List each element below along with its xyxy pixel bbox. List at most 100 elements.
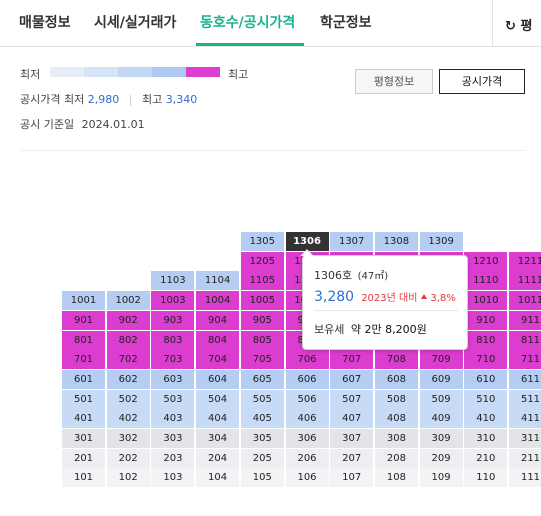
unit-cell-402[interactable]: 402	[106, 409, 150, 429]
unit-cell-605[interactable]: 605	[240, 369, 284, 389]
unit-cell-702[interactable]: 702	[106, 350, 150, 370]
unit-cell-1205[interactable]: 1205	[240, 251, 284, 271]
unit-cell-301[interactable]: 301	[62, 429, 105, 448]
unit-cell-408[interactable]: 408	[374, 409, 418, 429]
unit-cell-904[interactable]: 904	[196, 310, 240, 330]
unit-cell-409[interactable]: 409	[419, 409, 463, 429]
unit-cell-804[interactable]: 804	[196, 330, 240, 350]
unit-cell-1002[interactable]: 1002	[106, 291, 150, 311]
unit-cell-911[interactable]: 911	[509, 310, 541, 330]
unit-cell-1210[interactable]: 1210	[464, 251, 508, 271]
unit-cell-507[interactable]: 507	[330, 389, 374, 409]
unit-cell-704[interactable]: 704	[196, 350, 240, 370]
unit-cell-609[interactable]: 609	[419, 369, 463, 389]
unit-cell-606[interactable]: 606	[285, 369, 329, 389]
unit-cell-104[interactable]: 104	[196, 468, 240, 488]
unit-cell-611[interactable]: 611	[509, 369, 541, 389]
unit-cell-1308[interactable]: 1308	[374, 232, 418, 251]
unit-cell-710[interactable]: 710	[464, 350, 508, 370]
unit-cell-107[interactable]: 107	[330, 468, 374, 488]
unit-cell-207[interactable]: 207	[330, 448, 374, 468]
unit-cell-106[interactable]: 106	[285, 468, 329, 488]
unit-cell-1010[interactable]: 1010	[464, 291, 508, 311]
unit-cell-802[interactable]: 802	[106, 330, 150, 350]
unit-cell-211[interactable]: 211	[509, 448, 541, 468]
unit-cell-811[interactable]: 811	[509, 330, 541, 350]
unit-cell-110[interactable]: 110	[464, 468, 508, 488]
unit-cell-1103[interactable]: 1103	[151, 271, 195, 291]
unit-cell-410[interactable]: 410	[464, 409, 508, 429]
unit-cell-607[interactable]: 607	[330, 369, 374, 389]
unit-cell-403[interactable]: 403	[151, 409, 195, 429]
unit-cell-308[interactable]: 308	[374, 429, 418, 448]
unit-cell-1110[interactable]: 1110	[464, 271, 508, 291]
unit-cell-610[interactable]: 610	[464, 369, 508, 389]
unit-cell-101[interactable]: 101	[62, 468, 105, 488]
unit-cell-709[interactable]: 709	[419, 350, 463, 370]
unit-cell-407[interactable]: 407	[330, 409, 374, 429]
unit-cell-1305[interactable]: 1305	[240, 232, 284, 251]
unit-cell-1307[interactable]: 1307	[330, 232, 374, 251]
unit-cell-803[interactable]: 803	[151, 330, 195, 350]
unit-cell-801[interactable]: 801	[62, 330, 105, 350]
unit-cell-504[interactable]: 504	[196, 389, 240, 409]
unit-cell-1104[interactable]: 1104	[196, 271, 240, 291]
unit-cell-203[interactable]: 203	[151, 448, 195, 468]
unit-cell-508[interactable]: 508	[374, 389, 418, 409]
unit-cell-511[interactable]: 511	[509, 389, 541, 409]
unit-cell-810[interactable]: 810	[464, 330, 508, 350]
unit-cell-502[interactable]: 502	[106, 389, 150, 409]
unit-cell-310[interactable]: 310	[464, 429, 508, 448]
unit-cell-1003[interactable]: 1003	[151, 291, 195, 311]
unit-cell-111[interactable]: 111	[509, 468, 541, 488]
unit-cell-109[interactable]: 109	[419, 468, 463, 488]
unit-cell-509[interactable]: 509	[419, 389, 463, 409]
unit-cell-1211[interactable]: 1211	[509, 251, 541, 271]
unit-cell-406[interactable]: 406	[285, 409, 329, 429]
unit-cell-304[interactable]: 304	[196, 429, 240, 448]
unit-cell-604[interactable]: 604	[196, 369, 240, 389]
unit-cell-503[interactable]: 503	[151, 389, 195, 409]
unit-cell-306[interactable]: 306	[285, 429, 329, 448]
unit-cell-902[interactable]: 902	[106, 310, 150, 330]
unit-cell-501[interactable]: 501	[62, 389, 105, 409]
unit-cell-905[interactable]: 905	[240, 310, 284, 330]
unit-cell-707[interactable]: 707	[330, 350, 374, 370]
unit-cell-703[interactable]: 703	[151, 350, 195, 370]
unit-cell-1111[interactable]: 1111	[509, 271, 541, 291]
unit-cell-302[interactable]: 302	[106, 429, 150, 448]
unit-cell-309[interactable]: 309	[419, 429, 463, 448]
unit-cell-505[interactable]: 505	[240, 389, 284, 409]
unit-cell-602[interactable]: 602	[106, 369, 150, 389]
unit-cell-608[interactable]: 608	[374, 369, 418, 389]
unit-cell-601[interactable]: 601	[62, 369, 105, 389]
unit-cell-510[interactable]: 510	[464, 389, 508, 409]
unit-cell-102[interactable]: 102	[106, 468, 150, 488]
unit-cell-506[interactable]: 506	[285, 389, 329, 409]
unit-cell-202[interactable]: 202	[106, 448, 150, 468]
unit-cell-901[interactable]: 901	[62, 310, 105, 330]
unit-cell-705[interactable]: 705	[240, 350, 284, 370]
unit-cell-1105[interactable]: 1105	[240, 271, 284, 291]
unit-cell-209[interactable]: 209	[419, 448, 463, 468]
unit-cell-1005[interactable]: 1005	[240, 291, 284, 311]
unit-cell-603[interactable]: 603	[151, 369, 195, 389]
unit-cell-706[interactable]: 706	[285, 350, 329, 370]
unit-cell-404[interactable]: 404	[196, 409, 240, 429]
unit-cell-303[interactable]: 303	[151, 429, 195, 448]
unit-cell-910[interactable]: 910	[464, 310, 508, 330]
unit-cell-1004[interactable]: 1004	[196, 291, 240, 311]
unit-cell-108[interactable]: 108	[374, 468, 418, 488]
unit-cell-311[interactable]: 311	[509, 429, 541, 448]
unit-cell-1309[interactable]: 1309	[419, 232, 463, 251]
unit-cell-701[interactable]: 701	[62, 350, 105, 370]
unit-cell-105[interactable]: 105	[240, 468, 284, 488]
unit-cell-210[interactable]: 210	[464, 448, 508, 468]
unit-cell-1011[interactable]: 1011	[509, 291, 541, 311]
unit-cell-1001[interactable]: 1001	[62, 291, 105, 311]
unit-cell-411[interactable]: 411	[509, 409, 541, 429]
unit-cell-305[interactable]: 305	[240, 429, 284, 448]
unit-cell-708[interactable]: 708	[374, 350, 418, 370]
unit-cell-307[interactable]: 307	[330, 429, 374, 448]
unit-cell-711[interactable]: 711	[509, 350, 541, 370]
